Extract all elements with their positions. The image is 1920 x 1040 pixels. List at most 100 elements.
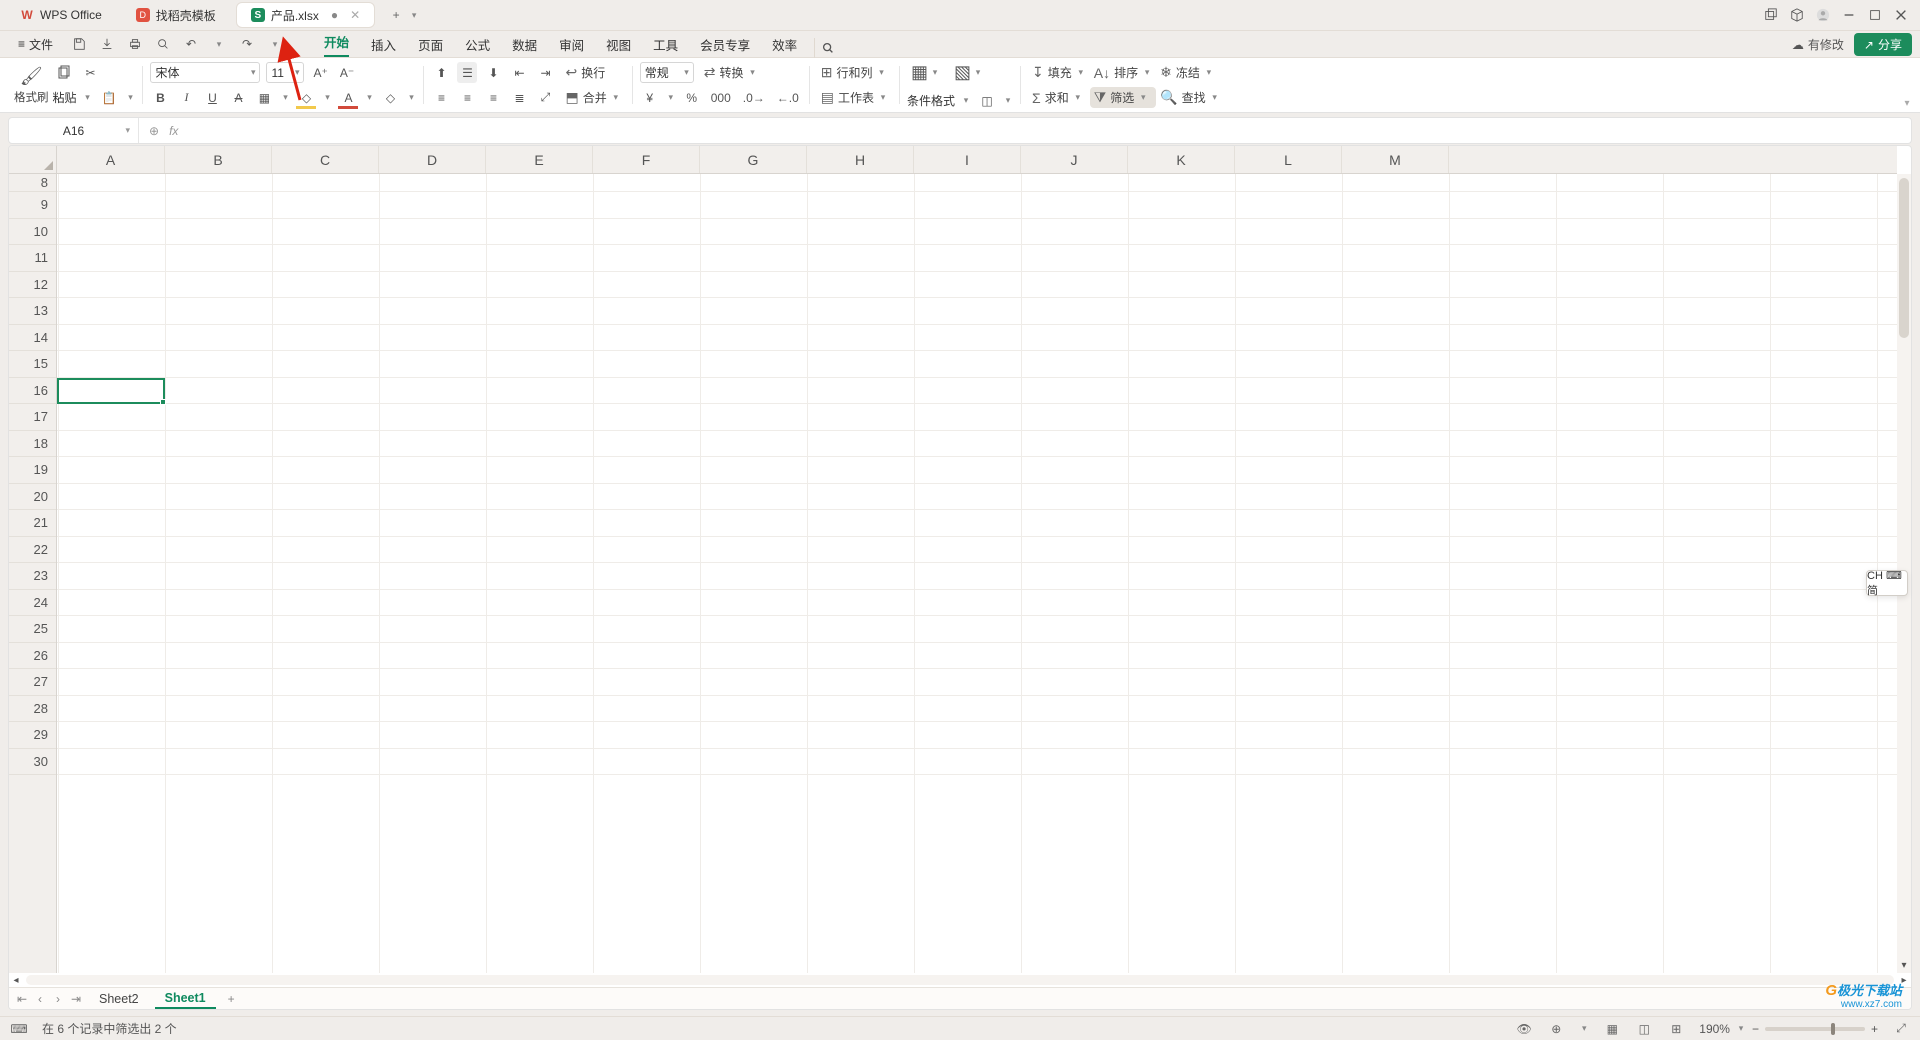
cells-area[interactable] bbox=[57, 174, 1897, 973]
font-color-icon[interactable]: A bbox=[338, 87, 358, 108]
cond-fmt-label[interactable]: 条件格式 bbox=[907, 92, 955, 109]
redo-icon[interactable]: ↷ bbox=[239, 36, 255, 52]
zoom-in-button[interactable]: + bbox=[1871, 1022, 1878, 1036]
new-tab-dropdown[interactable]: ▾ bbox=[409, 10, 419, 21]
view-page-icon[interactable]: ◫ bbox=[1635, 1022, 1653, 1036]
find-button[interactable]: 🔍查找▾ bbox=[1156, 87, 1223, 108]
shrink-font-icon[interactable]: A⁻ bbox=[337, 62, 357, 83]
tab-home[interactable]: 开始 bbox=[313, 31, 360, 58]
col-header[interactable]: E bbox=[486, 146, 593, 173]
undo-icon[interactable]: ↶ bbox=[183, 36, 199, 52]
name-box-dd-icon[interactable]: ▾ bbox=[125, 125, 130, 136]
col-header[interactable]: K bbox=[1128, 146, 1235, 173]
col-header[interactable]: M bbox=[1342, 146, 1449, 173]
freeze-button[interactable]: ❄冻结▾ bbox=[1156, 62, 1223, 83]
convert-button[interactable]: ⇄转换▾ bbox=[700, 62, 762, 83]
orientation-icon[interactable]: ⤢ bbox=[535, 87, 555, 108]
row-header[interactable]: 22 bbox=[9, 537, 56, 564]
outdent-icon[interactable]: ⇤ bbox=[509, 62, 529, 83]
window-cube-icon[interactable] bbox=[1784, 2, 1810, 28]
row-header[interactable]: 11 bbox=[9, 245, 56, 272]
user-avatar-icon[interactable] bbox=[1810, 2, 1836, 28]
sheet-first-icon[interactable]: ⇤ bbox=[15, 992, 29, 1006]
undo-dd[interactable]: ▾ bbox=[211, 36, 227, 52]
fill-color-dd[interactable]: ▾ bbox=[322, 92, 332, 103]
h-scroll-right-icon[interactable]: ▸ bbox=[1897, 975, 1911, 986]
clipboard-dd[interactable]: ▾ bbox=[125, 92, 135, 103]
merge-button[interactable]: ⬒合并▾ bbox=[561, 87, 624, 108]
col-header[interactable]: I bbox=[914, 146, 1021, 173]
window-multiwin-icon[interactable] bbox=[1758, 2, 1784, 28]
clear-format-icon[interactable]: ◇ bbox=[380, 87, 400, 108]
row-header[interactable]: 29 bbox=[9, 722, 56, 749]
tab-tools[interactable]: 工具 bbox=[642, 31, 689, 58]
number-format-combo[interactable]: 常规▾ bbox=[640, 62, 694, 83]
tab-insert[interactable]: 插入 bbox=[360, 31, 407, 58]
zoom-slider[interactable] bbox=[1765, 1027, 1865, 1031]
paste-dd[interactable]: ▾ bbox=[83, 92, 93, 103]
row-header[interactable]: 28 bbox=[9, 696, 56, 723]
formula-input[interactable] bbox=[188, 118, 1911, 143]
format-painter-button[interactable]: 🖌 格式刷 bbox=[10, 61, 53, 109]
new-tab-button[interactable]: + bbox=[385, 4, 407, 26]
paste-label[interactable]: 粘贴 bbox=[53, 89, 77, 106]
align-justify-icon[interactable]: ≣ bbox=[509, 87, 529, 108]
input-mode-icon[interactable]: ⌨ bbox=[10, 1022, 28, 1036]
ime-indicator[interactable]: CH ⌨ 简 bbox=[1866, 570, 1908, 596]
pending-changes[interactable]: ☁ 有修改 bbox=[1792, 36, 1844, 53]
row-header[interactable]: 8 bbox=[9, 174, 56, 192]
export-icon[interactable] bbox=[99, 36, 115, 52]
rowcol-button[interactable]: ⊞行和列▾ bbox=[817, 62, 892, 83]
cond-fmt-dd[interactable]: ▾ bbox=[961, 95, 971, 106]
filter-button[interactable]: ⧩筛选▾ bbox=[1090, 87, 1156, 108]
v-scroll-thumb[interactable] bbox=[1899, 178, 1909, 338]
border-dd[interactable]: ▾ bbox=[280, 92, 290, 103]
align-bottom-icon[interactable]: ⬇ bbox=[483, 62, 503, 83]
target-dd[interactable]: ▾ bbox=[1579, 1023, 1589, 1034]
border-icon[interactable]: ▦ bbox=[254, 87, 274, 108]
tab-efficiency[interactable]: 效率 bbox=[761, 31, 808, 58]
styles-icon[interactable]: ◫ bbox=[977, 90, 997, 111]
sheet-tab-sheet2[interactable]: Sheet2 bbox=[89, 990, 149, 1008]
print-preview-icon[interactable] bbox=[155, 36, 171, 52]
row-header[interactable]: 30 bbox=[9, 749, 56, 776]
row-header[interactable]: 15 bbox=[9, 351, 56, 378]
tab-document[interactable]: S 产品.xlsx ● ✕ bbox=[236, 2, 375, 28]
eye-icon[interactable]: 👁 bbox=[1515, 1022, 1533, 1036]
col-header[interactable]: F bbox=[593, 146, 700, 173]
col-header[interactable]: J bbox=[1021, 146, 1128, 173]
align-middle-icon[interactable]: ☰ bbox=[457, 62, 477, 83]
fill-color-icon[interactable]: ◇ bbox=[296, 87, 316, 108]
italic-button[interactable]: I bbox=[176, 87, 196, 108]
sheet-next-icon[interactable]: › bbox=[51, 992, 65, 1006]
share-button[interactable]: ↗ 分享 bbox=[1854, 33, 1912, 56]
name-box[interactable]: A16 ▾ bbox=[9, 118, 139, 143]
cut-icon[interactable]: ✂ bbox=[81, 62, 101, 83]
dec-decimal-icon[interactable]: ←.0 bbox=[774, 87, 802, 108]
save-icon[interactable] bbox=[71, 36, 87, 52]
row-header[interactable]: 14 bbox=[9, 325, 56, 352]
align-top-icon[interactable]: ⬆ bbox=[431, 62, 451, 83]
window-close-icon[interactable] bbox=[1888, 2, 1914, 28]
inc-decimal-icon[interactable]: .0→ bbox=[740, 87, 768, 108]
fx-expand-icon[interactable]: ⊕ bbox=[149, 124, 159, 138]
tab-template[interactable]: D 找稻壳模板 bbox=[122, 2, 230, 28]
format-as-table-button[interactable]: ▦▾ bbox=[907, 59, 944, 86]
zoom-out-button[interactable]: − bbox=[1752, 1022, 1759, 1036]
tab-formula[interactable]: 公式 bbox=[454, 31, 501, 58]
fx-icon[interactable]: fx bbox=[169, 124, 178, 138]
col-header[interactable]: B bbox=[165, 146, 272, 173]
font-name-combo[interactable]: 宋体▾ bbox=[150, 62, 260, 83]
zoom-value[interactable]: 190% bbox=[1699, 1022, 1730, 1036]
row-header[interactable]: 12 bbox=[9, 272, 56, 299]
wrap-button[interactable]: ↩换行 bbox=[561, 62, 609, 83]
grow-font-icon[interactable]: A⁺ bbox=[310, 62, 330, 83]
tab-view[interactable]: 视图 bbox=[595, 31, 642, 58]
styles-dd[interactable]: ▾ bbox=[1003, 95, 1013, 106]
sort-button[interactable]: A↓排序▾ bbox=[1090, 62, 1156, 83]
row-header[interactable]: 10 bbox=[9, 219, 56, 246]
view-normal-icon[interactable]: ▦ bbox=[1603, 1022, 1621, 1036]
fill-button[interactable]: ↧填充▾ bbox=[1028, 62, 1090, 83]
align-center-icon[interactable]: ≡ bbox=[457, 87, 477, 108]
view-break-icon[interactable]: ⊞ bbox=[1667, 1022, 1685, 1036]
